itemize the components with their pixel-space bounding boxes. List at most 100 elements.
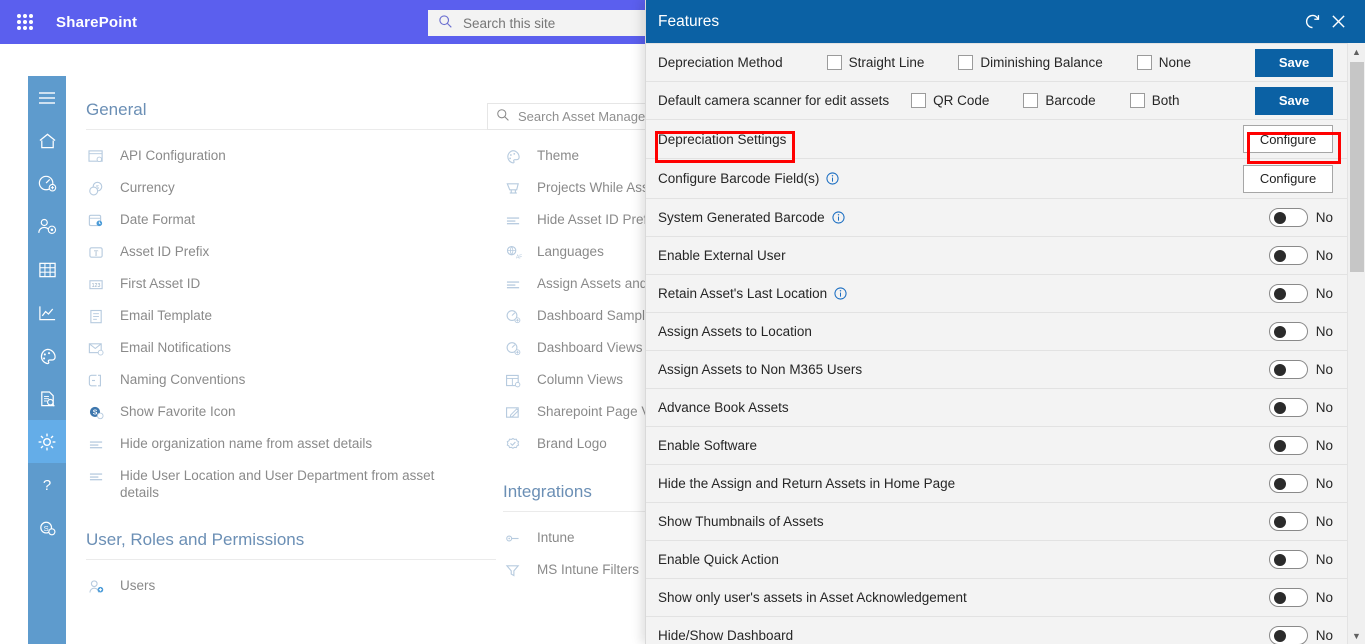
settings-item-first-asset-id[interactable]: 123 First Asset ID [86,268,496,300]
svg-text:S: S [92,409,97,416]
toggle-switch[interactable] [1268,436,1308,455]
configure-barcode-fields-button[interactable]: Configure [1243,164,1333,193]
rail-item-menu-toggle[interactable] [28,76,66,119]
settings-item-date-format[interactable]: Date Format [86,204,496,236]
option-diminishing-balance[interactable]: Diminishing Balance [958,55,1103,70]
filter-icon [503,561,523,579]
option-none[interactable]: None [1136,55,1191,70]
feature-label: Enable External User [658,248,786,263]
settings-item-users[interactable]: Users [86,570,496,602]
checkbox[interactable] [826,55,842,70]
feature-label: Depreciation Method [658,55,783,70]
screen: SharePoint Search this site ? S General … [0,0,1365,644]
close-icon[interactable] [1325,9,1351,35]
settings-item-label: Asset ID Prefix [120,244,210,259]
settings-item-asset-id-prefix[interactable]: T Asset ID Prefix [86,236,496,268]
toggle-value: No [1315,400,1333,415]
intune-icon [503,529,523,547]
toggle-switch[interactable] [1268,322,1308,341]
app-launcher-icon[interactable] [8,14,42,30]
toggle-switch[interactable] [1268,284,1308,303]
info-icon[interactable] [826,172,839,185]
rail-item-user-settings[interactable] [28,205,66,248]
feature-toggle: No [1268,246,1333,265]
search-icon [496,108,510,125]
toggle-switch[interactable] [1268,512,1308,531]
email-template-icon [86,307,106,325]
feature-row-enable-external-user: Enable External User No [646,237,1347,275]
toggle-switch[interactable] [1268,474,1308,493]
feature-toggle: No [1268,626,1333,644]
feature-label-wrap: System Generated Barcode [658,210,845,225]
rail-item-add-asset[interactable] [28,162,66,205]
toggle-switch[interactable] [1268,208,1308,227]
option-straight-line[interactable]: Straight Line [826,55,925,70]
refresh-icon[interactable] [1299,9,1325,35]
depreciation-method-options: Straight Line Diminishing Balance None [826,55,1255,70]
toggle-switch[interactable] [1268,398,1308,417]
camera-scanner-options: QR Code Barcode Both [911,93,1255,108]
option-qr-code[interactable]: QR Code [911,93,989,108]
checkbox[interactable] [958,55,974,70]
toggle-switch[interactable] [1268,550,1308,569]
save-depreciation-method-button[interactable]: Save [1255,48,1333,77]
features-panel-header: Features [646,0,1365,43]
settings-item-show-favorite-icon[interactable]: S Show Favorite Icon [86,396,496,428]
toggle-value: No [1315,248,1333,263]
scrollbar-thumb[interactable] [1350,62,1364,272]
rail-item-billing[interactable]: S [28,506,66,549]
settings-item-currency[interactable]: $ Currency [86,172,496,204]
option-both[interactable]: Both [1129,93,1179,108]
toggle-value: No [1315,286,1333,301]
section-user-roles-permissions: User, Roles and Permissions Users [86,530,496,602]
feature-label-wrap: Configure Barcode Field(s) [658,171,839,186]
settings-item-label: Email Notifications [120,340,232,355]
toggle-switch[interactable] [1268,588,1308,607]
settings-item-email-notifications[interactable]: Email Notifications [86,332,496,364]
rail-item-help[interactable]: ? [28,463,66,506]
toggle-value: No [1315,362,1333,377]
checkbox-label: Diminishing Balance [980,55,1103,70]
scroll-up-icon[interactable]: ▲ [1348,43,1365,60]
feature-label: Configure Barcode Field(s) [658,171,820,186]
asset-manager-search-placeholder: Search Asset Manager [518,109,650,124]
toggle-switch[interactable] [1268,246,1308,265]
features-panel: Features Depreciation Method Straight Li… [645,0,1365,644]
features-panel-body: Depreciation Method Straight Line Dimini… [646,43,1365,644]
feature-label: Enable Quick Action [658,552,779,567]
info-icon[interactable] [832,211,845,224]
rail-item-asset-table[interactable] [28,248,66,291]
rail-item-audit[interactable] [28,377,66,420]
option-barcode[interactable]: Barcode [1023,93,1096,108]
toggle-switch[interactable] [1268,626,1308,644]
checkbox[interactable] [1129,93,1145,108]
rail-item-theme[interactable] [28,334,66,377]
checkbox[interactable] [1023,93,1039,108]
checkbox-label: Straight Line [848,55,925,70]
checkbox[interactable] [911,93,927,108]
rail-item-reports[interactable] [28,291,66,334]
dashboard-add-icon [503,339,523,357]
rail-item-settings[interactable] [28,420,66,463]
checkbox[interactable] [1136,55,1152,70]
sharepoint-brand[interactable]: SharePoint [56,14,137,31]
settings-item-hide-organization-name[interactable]: Hide organization name from asset detail… [86,428,496,460]
info-icon[interactable] [834,287,847,300]
page-edit-icon [503,403,523,421]
toggle-switch[interactable] [1268,360,1308,379]
features-panel-title: Features [658,12,720,30]
settings-item-hide-user-location[interactable]: Hide User Location and User Department f… [86,460,496,508]
envelope-gear-icon [86,339,106,357]
settings-item-email-template[interactable]: Email Template [86,300,496,332]
features-panel-scrollbar[interactable]: ▲ ▼ [1347,43,1365,644]
scroll-down-icon[interactable]: ▼ [1348,627,1365,644]
section-title-user-roles: User, Roles and Permissions [86,530,305,549]
settings-item-label: Hide User Location and User Department f… [120,468,435,500]
settings-item-api-configuration[interactable]: API Configuration [86,140,496,172]
save-camera-scanner-button[interactable]: Save [1255,86,1333,115]
toggle-value: No [1315,590,1333,605]
configure-depreciation-settings-button[interactable]: Configure [1243,125,1333,153]
settings-item-naming-conventions[interactable]: Naming Conventions [86,364,496,396]
feature-row-retain-assets-last-location: Retain Asset's Last Location No [646,275,1347,313]
rail-item-home[interactable] [28,119,66,162]
